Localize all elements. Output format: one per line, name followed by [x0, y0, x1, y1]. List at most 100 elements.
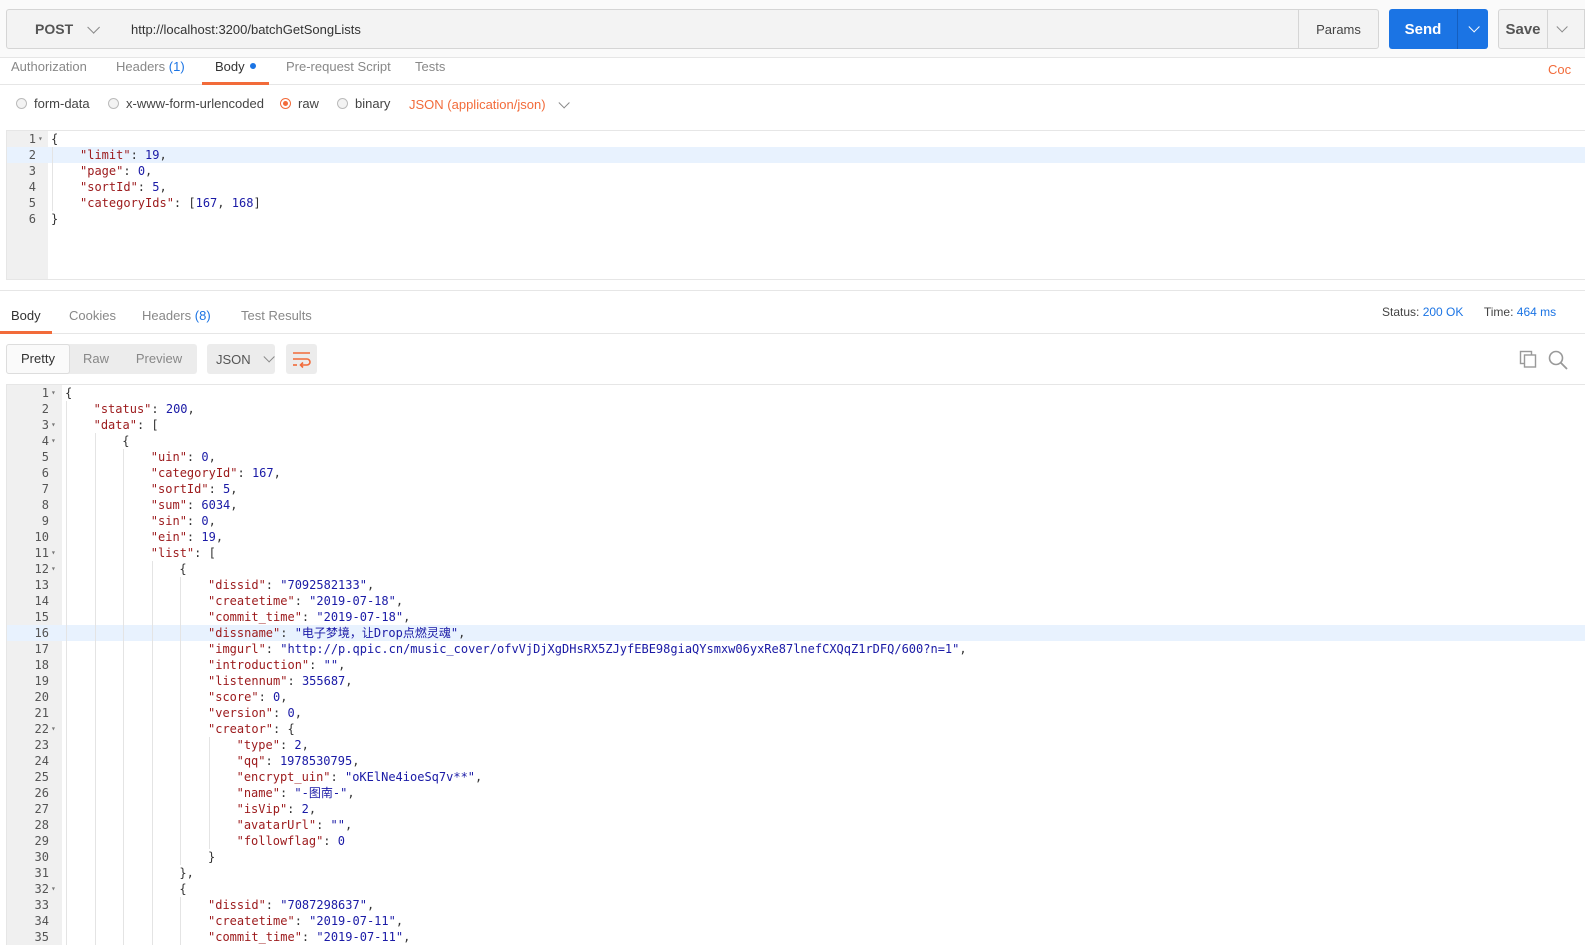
json-key: "commit_time": [208, 610, 302, 624]
tab-response-headers[interactable]: Headers (8): [142, 308, 211, 334]
line-number: 5: [41, 450, 49, 464]
json-punct: :: [287, 674, 302, 688]
search-icon[interactable]: [1548, 350, 1568, 370]
view-raw-button[interactable]: Raw: [70, 344, 122, 374]
indent-guide: [66, 449, 67, 465]
fold-toggle-icon[interactable]: ▾: [51, 417, 56, 433]
tab-test-results[interactable]: Test Results: [241, 308, 312, 334]
indent-guide: [180, 593, 182, 609]
indent-guide: [151, 577, 153, 593]
request-body-editor[interactable]: 1 ▾ {2 "limit": 19, 3 "page": 0, 4 "sortId": 5,…: [6, 130, 1585, 280]
tab-response-body[interactable]: Body: [0, 308, 52, 334]
code-line: 24 "qq": 1978530795,: [7, 753, 1585, 769]
tab-response-headers-count: (8): [194, 308, 211, 323]
save-options-chevron-icon[interactable]: [1556, 21, 1568, 33]
indent-guide: [180, 625, 182, 641]
code-text: {: [179, 881, 186, 897]
time-label: Time:: [1483, 305, 1514, 319]
json-punct: {: [51, 132, 59, 146]
format-select[interactable]: JSON: [207, 344, 275, 374]
save-button[interactable]: Save: [1498, 9, 1585, 49]
fold-toggle-icon[interactable]: ▾: [51, 561, 56, 577]
indent-guide: [123, 881, 125, 897]
fold-toggle-icon[interactable]: ▾: [51, 545, 56, 561]
json-key: "sum": [150, 498, 187, 512]
line-number: 1: [28, 132, 36, 146]
indent-guide: [180, 609, 182, 625]
code-link[interactable]: Coc: [1548, 62, 1571, 77]
wrap-lines-button[interactable]: [286, 344, 317, 374]
code-text: "commit_time": "2019-07-11",: [208, 929, 410, 945]
indent-guide: [151, 801, 153, 817]
fold-toggle-icon[interactable]: ▾: [38, 131, 43, 147]
json-punct: {: [179, 562, 187, 576]
indent-guide: [94, 833, 96, 849]
indent-guide: [94, 881, 96, 897]
indent-guide: [52, 147, 53, 163]
url-input[interactable]: http://localhost:3200/batchGetSongLists: [121, 9, 1299, 49]
radio-urlencoded[interactable]: x-www-form-urlencoded: [108, 96, 264, 111]
code-line: 5 "uin": 0,: [7, 449, 1585, 465]
indent-guide: [66, 849, 67, 865]
tab-tests[interactable]: Tests: [415, 59, 445, 85]
tab-tests-label: Tests: [415, 59, 446, 74]
code-text: "createtime": "2019-07-18",: [208, 593, 403, 609]
tab-authorization[interactable]: Authorization: [11, 59, 87, 85]
indent-guide: [66, 929, 67, 945]
send-button[interactable]: Send: [1389, 9, 1488, 49]
save-divider: [1547, 9, 1548, 49]
view-pretty-button[interactable]: Pretty: [6, 344, 70, 374]
radio-raw[interactable]: raw: [280, 96, 319, 111]
json-value: 167: [195, 196, 218, 210]
indent-guide: [123, 593, 125, 609]
tab-headers-label: Headers: [116, 59, 166, 74]
fold-toggle-icon[interactable]: ▾: [51, 385, 56, 401]
line-number: 1: [41, 386, 49, 400]
content-type-label: JSON (application/json): [409, 97, 546, 112]
send-options-chevron-icon[interactable]: [1468, 21, 1480, 33]
view-preview-button[interactable]: Preview: [127, 344, 191, 374]
code-line: 4 ▾ {: [7, 433, 1585, 449]
indent-guide: [180, 897, 182, 913]
indent-guide: [151, 689, 153, 705]
json-punct: ,: [352, 754, 360, 768]
radio-form-data[interactable]: form-data: [16, 96, 90, 111]
json-value: 2: [294, 738, 302, 752]
response-body-editor[interactable]: 1 ▾{2 "status": 200, 3 ▾ "data": [4 ▾{5 "uin": …: [6, 384, 1585, 945]
json-punct: :: [323, 834, 338, 848]
copy-icon[interactable]: [1519, 350, 1537, 368]
json-key: "commit_time": [208, 930, 302, 944]
fold-toggle-icon[interactable]: ▾: [51, 881, 56, 897]
tab-body[interactable]: Body: [202, 59, 269, 85]
indent-guide: [180, 753, 182, 769]
json-key: "introduction": [208, 658, 310, 672]
indent-guide: [94, 433, 96, 449]
indent-guide: [209, 769, 210, 785]
code-text: "createtime": "2019-07-11",: [208, 913, 403, 929]
tab-test-results-label: Test Results: [241, 308, 312, 323]
code-text: "type": 2,: [237, 737, 309, 753]
json-key: "categoryId": [150, 466, 238, 480]
radio-binary[interactable]: binary: [337, 96, 390, 111]
params-button[interactable]: Params: [1298, 9, 1379, 49]
fold-toggle-icon[interactable]: ▾: [51, 433, 56, 449]
indent-guide: [52, 163, 53, 179]
json-punct: ,: [347, 786, 355, 800]
json-key: "creator": [208, 722, 274, 736]
radio-circle-icon: [337, 98, 348, 109]
json-key: "createtime": [208, 594, 295, 608]
indent-guide: [123, 657, 125, 673]
fold-toggle-icon[interactable]: ▾: [51, 721, 56, 737]
method-select[interactable]: POST: [6, 9, 122, 49]
pane-divider[interactable]: [0, 290, 1585, 291]
indent-guide: [151, 625, 153, 641]
indent-guide: [94, 641, 96, 657]
tab-prerequest-script[interactable]: Pre-request Script: [286, 59, 391, 85]
indent-guide: [66, 833, 67, 849]
tab-cookies[interactable]: Cookies: [69, 308, 116, 334]
tab-headers[interactable]: Headers (1): [116, 59, 185, 85]
indent-guide: [94, 497, 96, 513]
json-punct: ,: [308, 802, 317, 816]
content-type-select[interactable]: JSON (application/json): [409, 96, 570, 112]
json-key: "sortId": [80, 180, 138, 194]
